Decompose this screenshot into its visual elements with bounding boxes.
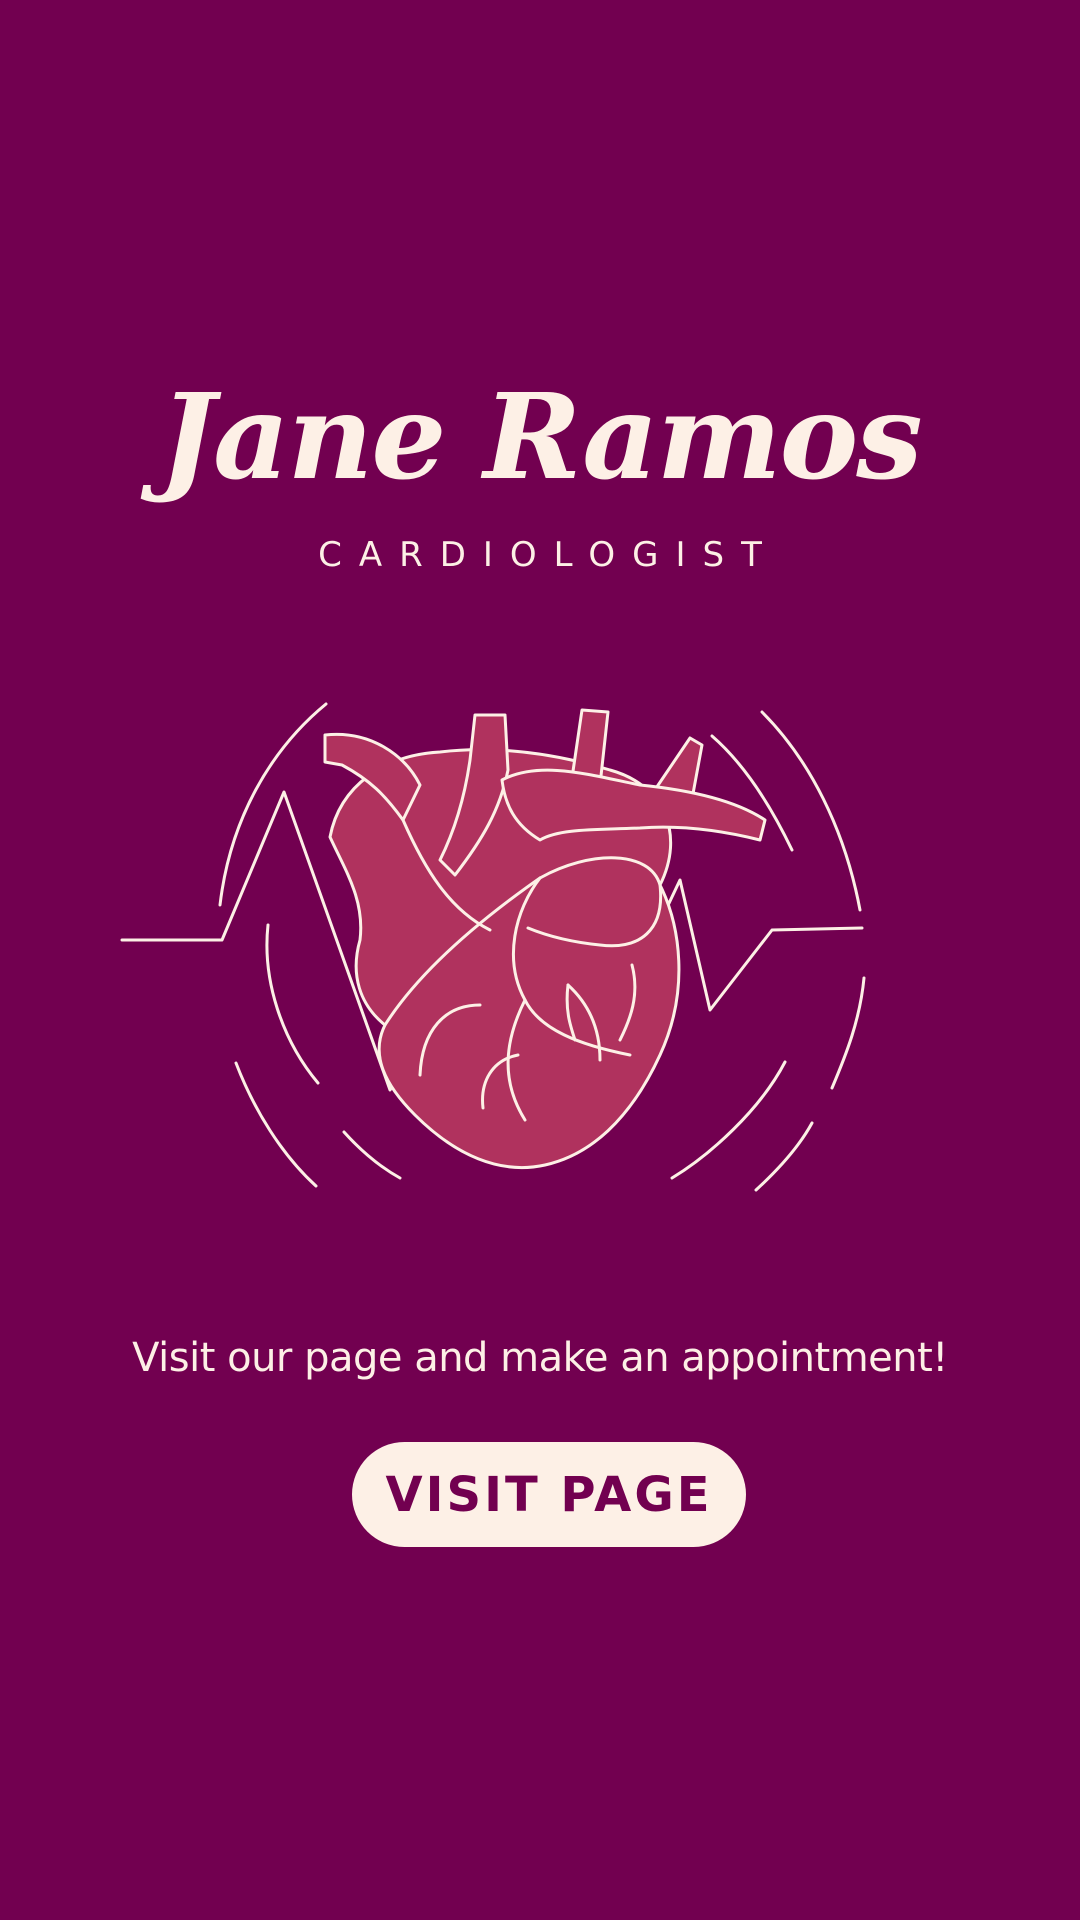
promo-screen: Jane Ramos CARDIOLOGIST Visit our page a… (0, 0, 1080, 1920)
pulse-arc (265, 923, 320, 1085)
pulse-arc (760, 710, 862, 912)
pulse-arc (670, 1060, 787, 1180)
doctor-specialty: CARDIOLOGIST (318, 535, 779, 575)
appointment-tagline: Visit our page and make an appointment! (132, 1335, 948, 1381)
anatomical-heart-icon (120, 702, 866, 1192)
pulse-arc (830, 976, 866, 1090)
pulse-arc (754, 1121, 814, 1192)
pulse-arc (234, 1061, 318, 1188)
doctor-name: Jane Ramos (159, 367, 922, 506)
pulse-arc (342, 1130, 402, 1180)
visit-page-button[interactable]: VISIT PAGE (352, 1442, 746, 1547)
heart-shape (323, 708, 767, 1170)
pulse-arc (218, 702, 328, 907)
